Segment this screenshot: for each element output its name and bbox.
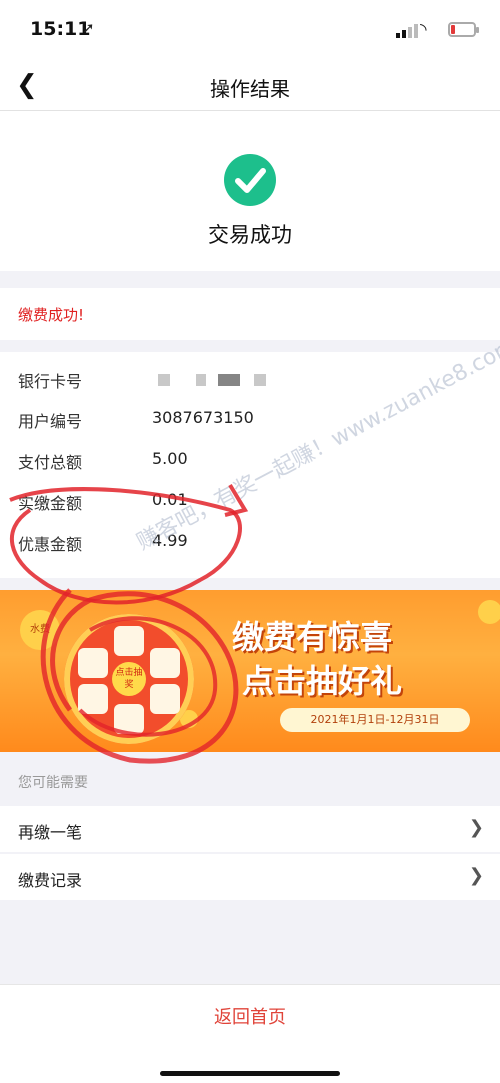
banner-subtitle: 点击抽好礼 (242, 662, 403, 700)
banner-date: 2021年1月1日-12月31日 (280, 708, 470, 732)
detail-label: 用户编号 (18, 412, 83, 431)
detail-label: 优惠金额 (18, 535, 83, 554)
battery-icon (448, 22, 479, 37)
wheel-segment (150, 648, 180, 678)
detail-label: 支付总额 (18, 453, 83, 472)
link-label: 缴费记录 (18, 871, 83, 890)
coin-decoration (478, 600, 500, 624)
result-panel: 交易成功 (0, 111, 500, 271)
status-bar: 15:11 ➚ ◝ (0, 0, 500, 60)
wifi-icon: ◝ (420, 20, 427, 40)
wheel-start-button[interactable]: 点击抽奖 (112, 662, 146, 696)
chevron-right-icon: ❯ (468, 817, 484, 838)
check-circle-icon (224, 154, 276, 206)
wheel-segment (114, 626, 144, 656)
footer-bar: 返回首页 (0, 984, 500, 1083)
wheel-segment (114, 704, 144, 734)
detail-value: 3087673150 (152, 408, 254, 427)
detail-label: 银行卡号 (18, 372, 83, 391)
home-indicator (160, 1071, 340, 1076)
wheel-segment (78, 684, 108, 714)
wheel-segment (150, 684, 180, 714)
lottery-banner[interactable]: 水费 点击抽奖 缴费有惊喜 点击抽好礼 2021年1月1日-12月31日 (0, 590, 500, 752)
detail-row-discount: 优惠金额 4.99 (0, 523, 500, 563)
masked-card-number (218, 374, 240, 386)
location-arrow-icon: ➚ (82, 19, 95, 37)
message-panel: 缴费成功! (0, 288, 500, 340)
wheel-segment (78, 648, 108, 678)
coin-decoration: 水费 (20, 610, 60, 650)
return-home-button[interactable]: 返回首页 (0, 1003, 500, 1029)
link-label: 再缴一笔 (18, 823, 83, 842)
masked-card-number (196, 374, 206, 386)
repay-again-link[interactable]: 再缴一笔 ❯ (0, 806, 500, 852)
masked-card-number (158, 374, 170, 386)
detail-label: 实缴金额 (18, 494, 83, 513)
prize-wheel[interactable]: 点击抽奖 (64, 614, 194, 744)
detail-value: 5.00 (152, 449, 188, 468)
payment-success-message: 缴费成功! (18, 306, 85, 324)
chevron-right-icon: ❯ (468, 865, 484, 886)
nav-bar: ❮ 操作结果 (0, 60, 500, 111)
signal-icon (396, 24, 418, 38)
result-status-text: 交易成功 (208, 223, 292, 247)
suggest-section-title: 您可能需要 (18, 775, 88, 791)
masked-card-number (254, 374, 266, 386)
banner-title: 缴费有惊喜 (232, 618, 393, 656)
page-title: 操作结果 (210, 77, 290, 101)
payment-records-link[interactable]: 缴费记录 ❯ (0, 854, 500, 900)
